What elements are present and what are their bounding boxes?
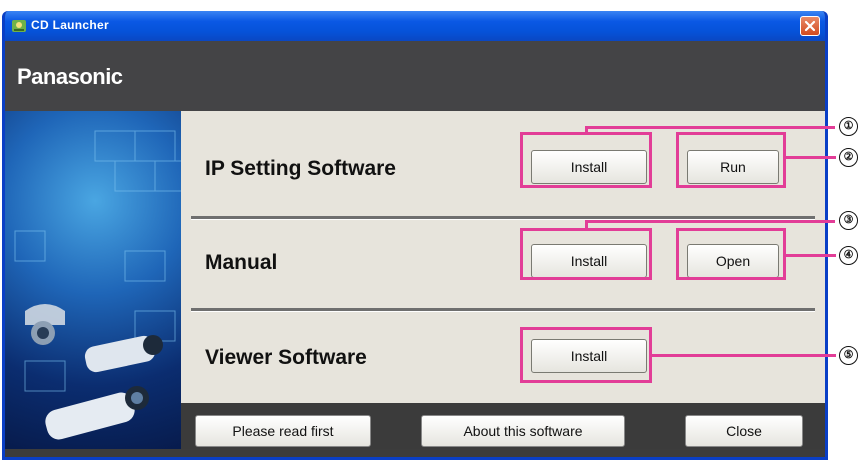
callout-leader <box>786 156 836 159</box>
brand-logo: Panasonic <box>17 64 123 89</box>
close-icon <box>804 20 816 32</box>
ip-setting-software-label: IP Setting Software <box>205 157 396 180</box>
window-close-button[interactable] <box>800 16 820 36</box>
manual-label: Manual <box>205 251 278 274</box>
callout-leader <box>585 220 835 223</box>
viewer-software-label: Viewer Software <box>205 346 367 369</box>
callout-highlight-2 <box>676 132 786 188</box>
window-title: CD Launcher <box>31 18 109 32</box>
callout-highlight-5 <box>520 327 652 383</box>
camera-illustration-graphic <box>14 130 181 440</box>
callout-highlight-1 <box>520 132 652 188</box>
section-divider <box>191 308 815 312</box>
camera-illustration <box>5 111 181 449</box>
callout-number-5: ⑤ <box>839 346 858 365</box>
callout-number-4: ④ <box>839 246 858 265</box>
callout-highlight-4 <box>676 228 786 280</box>
brand-bar: Panasonic <box>5 41 825 111</box>
callout-leader <box>652 354 836 357</box>
callout-leader <box>786 254 836 257</box>
about-software-button[interactable]: About this software <box>421 415 625 447</box>
callout-highlight-3 <box>520 228 652 280</box>
callout-number-3: ③ <box>839 211 858 230</box>
please-read-first-button[interactable]: Please read first <box>195 415 371 447</box>
title-bar[interactable]: CD Launcher <box>5 11 825 41</box>
cd-launcher-app-icon <box>12 20 26 32</box>
callout-number-1: ① <box>839 117 858 136</box>
close-button[interactable]: Close <box>685 415 803 447</box>
callout-number-2: ② <box>839 148 858 167</box>
callout-leader <box>585 126 835 129</box>
footer-bar: Please read first About this software Cl… <box>181 403 825 449</box>
